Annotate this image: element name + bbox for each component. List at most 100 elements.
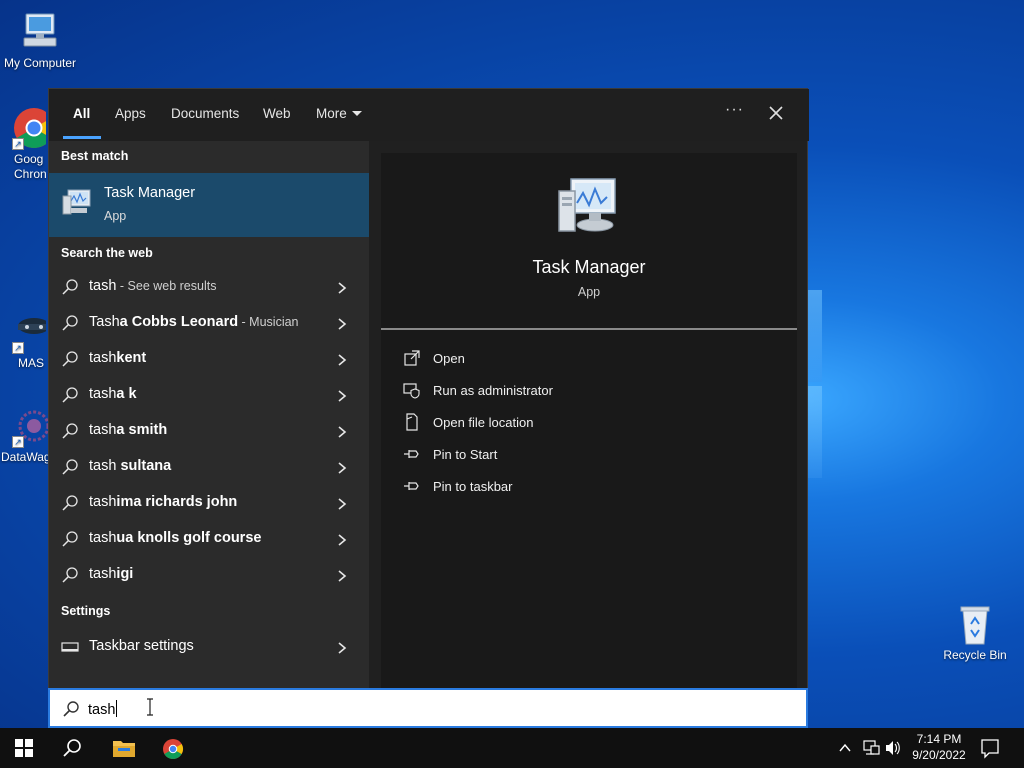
web-result-row[interactable]: tashigi [49, 557, 369, 593]
search-icon [61, 458, 79, 476]
start-button[interactable] [0, 728, 48, 768]
chevron-right-icon[interactable] [337, 425, 347, 438]
chevron-right-icon[interactable] [337, 569, 347, 582]
desktop-icon-recycle-bin[interactable]: Recycle Bin [935, 602, 1015, 663]
taskbar-settings-icon [61, 638, 79, 656]
desktop-icon-label: MAS [18, 356, 45, 370]
chevron-right-icon[interactable] [337, 317, 347, 330]
action-pin-to-taskbar[interactable]: Pin to taskbar [403, 475, 703, 499]
settings-result-taskbar[interactable]: Taskbar settings [49, 629, 369, 665]
search-tabs: All Apps Documents Web More ··· [49, 89, 809, 141]
desktop-icon-my-computer[interactable]: My Computer [0, 10, 80, 71]
web-result-row[interactable]: tash sultana [49, 449, 369, 485]
taskbar-file-explorer[interactable] [98, 728, 146, 768]
desktop-icon-label: Goog Chron [14, 152, 46, 181]
web-result-row[interactable]: tashkent [49, 341, 369, 377]
best-match-subtitle: App [104, 209, 127, 223]
folder-icon [113, 741, 135, 757]
web-result-row[interactable]: tashua knolls golf course [49, 521, 369, 557]
suggestion-hint-text: - Musician [238, 315, 299, 329]
taskbar-search-button[interactable] [48, 728, 96, 768]
tab-web[interactable]: Web [263, 106, 291, 121]
query-match-text: tash [89, 422, 117, 438]
web-result-label: tashima richards john [89, 494, 237, 510]
search-web-heading: Search the web [61, 246, 153, 260]
chrome-icon [163, 739, 183, 759]
suggestion-completion-text: kent [116, 350, 147, 366]
shortcut-arrow-icon: ↗ [12, 342, 24, 354]
desktop-icon-google-chrome[interactable]: ↗ Goog Chron [0, 106, 46, 182]
action-label: Open file location [433, 415, 534, 430]
action-run-as-administrator[interactable]: Run as administrator [403, 379, 703, 403]
suggestion-completion-text: ima richards john [116, 494, 238, 510]
tab-documents[interactable]: Documents [171, 106, 239, 121]
clock-time: 7:14 PM [916, 732, 962, 746]
query-match-text: tash [89, 566, 117, 582]
web-result-row[interactable]: Tasha Cobbs Leonard - Musician [49, 305, 369, 341]
taskbar-clock[interactable]: 7:14 PM 9/20/2022 [904, 731, 974, 763]
preview-divider [381, 328, 797, 330]
web-result-row[interactable]: tasha k [49, 377, 369, 413]
action-open-file-location[interactable]: Open file location [403, 411, 703, 435]
chevron-right-icon[interactable] [337, 533, 347, 546]
search-icon [61, 494, 79, 512]
preview-app-title: Task Manager [532, 257, 646, 277]
search-icon [61, 350, 79, 368]
volume-icon[interactable] [884, 728, 904, 768]
web-result-row[interactable]: tash - See web results [49, 269, 369, 305]
wallpaper-light-beam [808, 386, 822, 478]
query-match-text: tash [89, 350, 117, 366]
show-hidden-icons-button[interactable] [838, 728, 856, 768]
action-label: Run as administrator [433, 383, 553, 398]
web-result-label: Tasha Cobbs Leonard - Musician [89, 314, 299, 330]
wallpaper-light-beam [808, 290, 822, 382]
tab-apps[interactable]: Apps [115, 106, 146, 121]
network-icon[interactable] [862, 728, 882, 768]
datawag-icon: ↗ [12, 404, 48, 448]
web-result-label: tashigi [89, 566, 133, 582]
active-tab-indicator [63, 136, 101, 139]
web-result-row[interactable]: tashima richards john [49, 485, 369, 521]
web-result-row[interactable]: tasha smith [49, 413, 369, 449]
chevron-right-icon[interactable] [337, 461, 347, 474]
preview-pane: Task Manager App Open Run as administrat… [381, 153, 797, 689]
suggestion-completion-text: ua knolls golf course [116, 530, 262, 546]
desktop-icon-datawag[interactable]: ↗ DataWag [0, 404, 48, 465]
web-result-label: tashkent [89, 350, 146, 366]
web-result-label: tashua knolls golf course [89, 530, 261, 546]
chevron-right-icon[interactable] [337, 353, 347, 366]
action-center-button[interactable] [980, 728, 1004, 768]
more-options-icon[interactable]: ··· [725, 101, 744, 119]
mouse-ibeam-cursor-icon [146, 698, 154, 716]
shortcut-arrow-icon: ↗ [12, 436, 24, 448]
open-icon [403, 349, 421, 367]
query-match-text: Tash [89, 314, 120, 330]
suggestion-completion-text: a k [116, 386, 137, 402]
chevron-right-icon[interactable] [337, 281, 347, 294]
close-icon[interactable] [765, 102, 787, 124]
chevron-right-icon[interactable] [337, 641, 347, 654]
action-open[interactable]: Open [403, 347, 703, 371]
tab-all[interactable]: All [73, 106, 90, 121]
tab-more-label: More [316, 106, 347, 121]
desktop-icon-mas[interactable]: ↗ MAS [0, 310, 46, 371]
action-label: Pin to Start [433, 447, 498, 462]
taskbar-chrome[interactable] [148, 728, 196, 768]
best-match-heading: Best match [61, 149, 129, 163]
query-match-text: tash [89, 530, 117, 546]
search-icon [61, 566, 79, 584]
search-input[interactable]: tash [48, 688, 808, 728]
mas-app-icon: ↗ [12, 310, 46, 354]
query-match-text: tash [89, 278, 117, 294]
preview-app-subtitle: App [577, 285, 601, 299]
action-pin-to-start[interactable]: Pin to Start [403, 443, 703, 467]
tab-more[interactable]: More [316, 106, 362, 121]
query-match-text: tash [89, 458, 117, 474]
chevron-right-icon[interactable] [337, 389, 347, 402]
computer-icon [18, 10, 62, 54]
search-icon [61, 314, 79, 332]
chevron-right-icon[interactable] [337, 497, 347, 510]
best-match-task-manager[interactable]: Task Manager App [49, 173, 369, 237]
clock-date: 9/20/2022 [912, 748, 966, 762]
desktop-icon-label: My Computer [3, 56, 77, 70]
